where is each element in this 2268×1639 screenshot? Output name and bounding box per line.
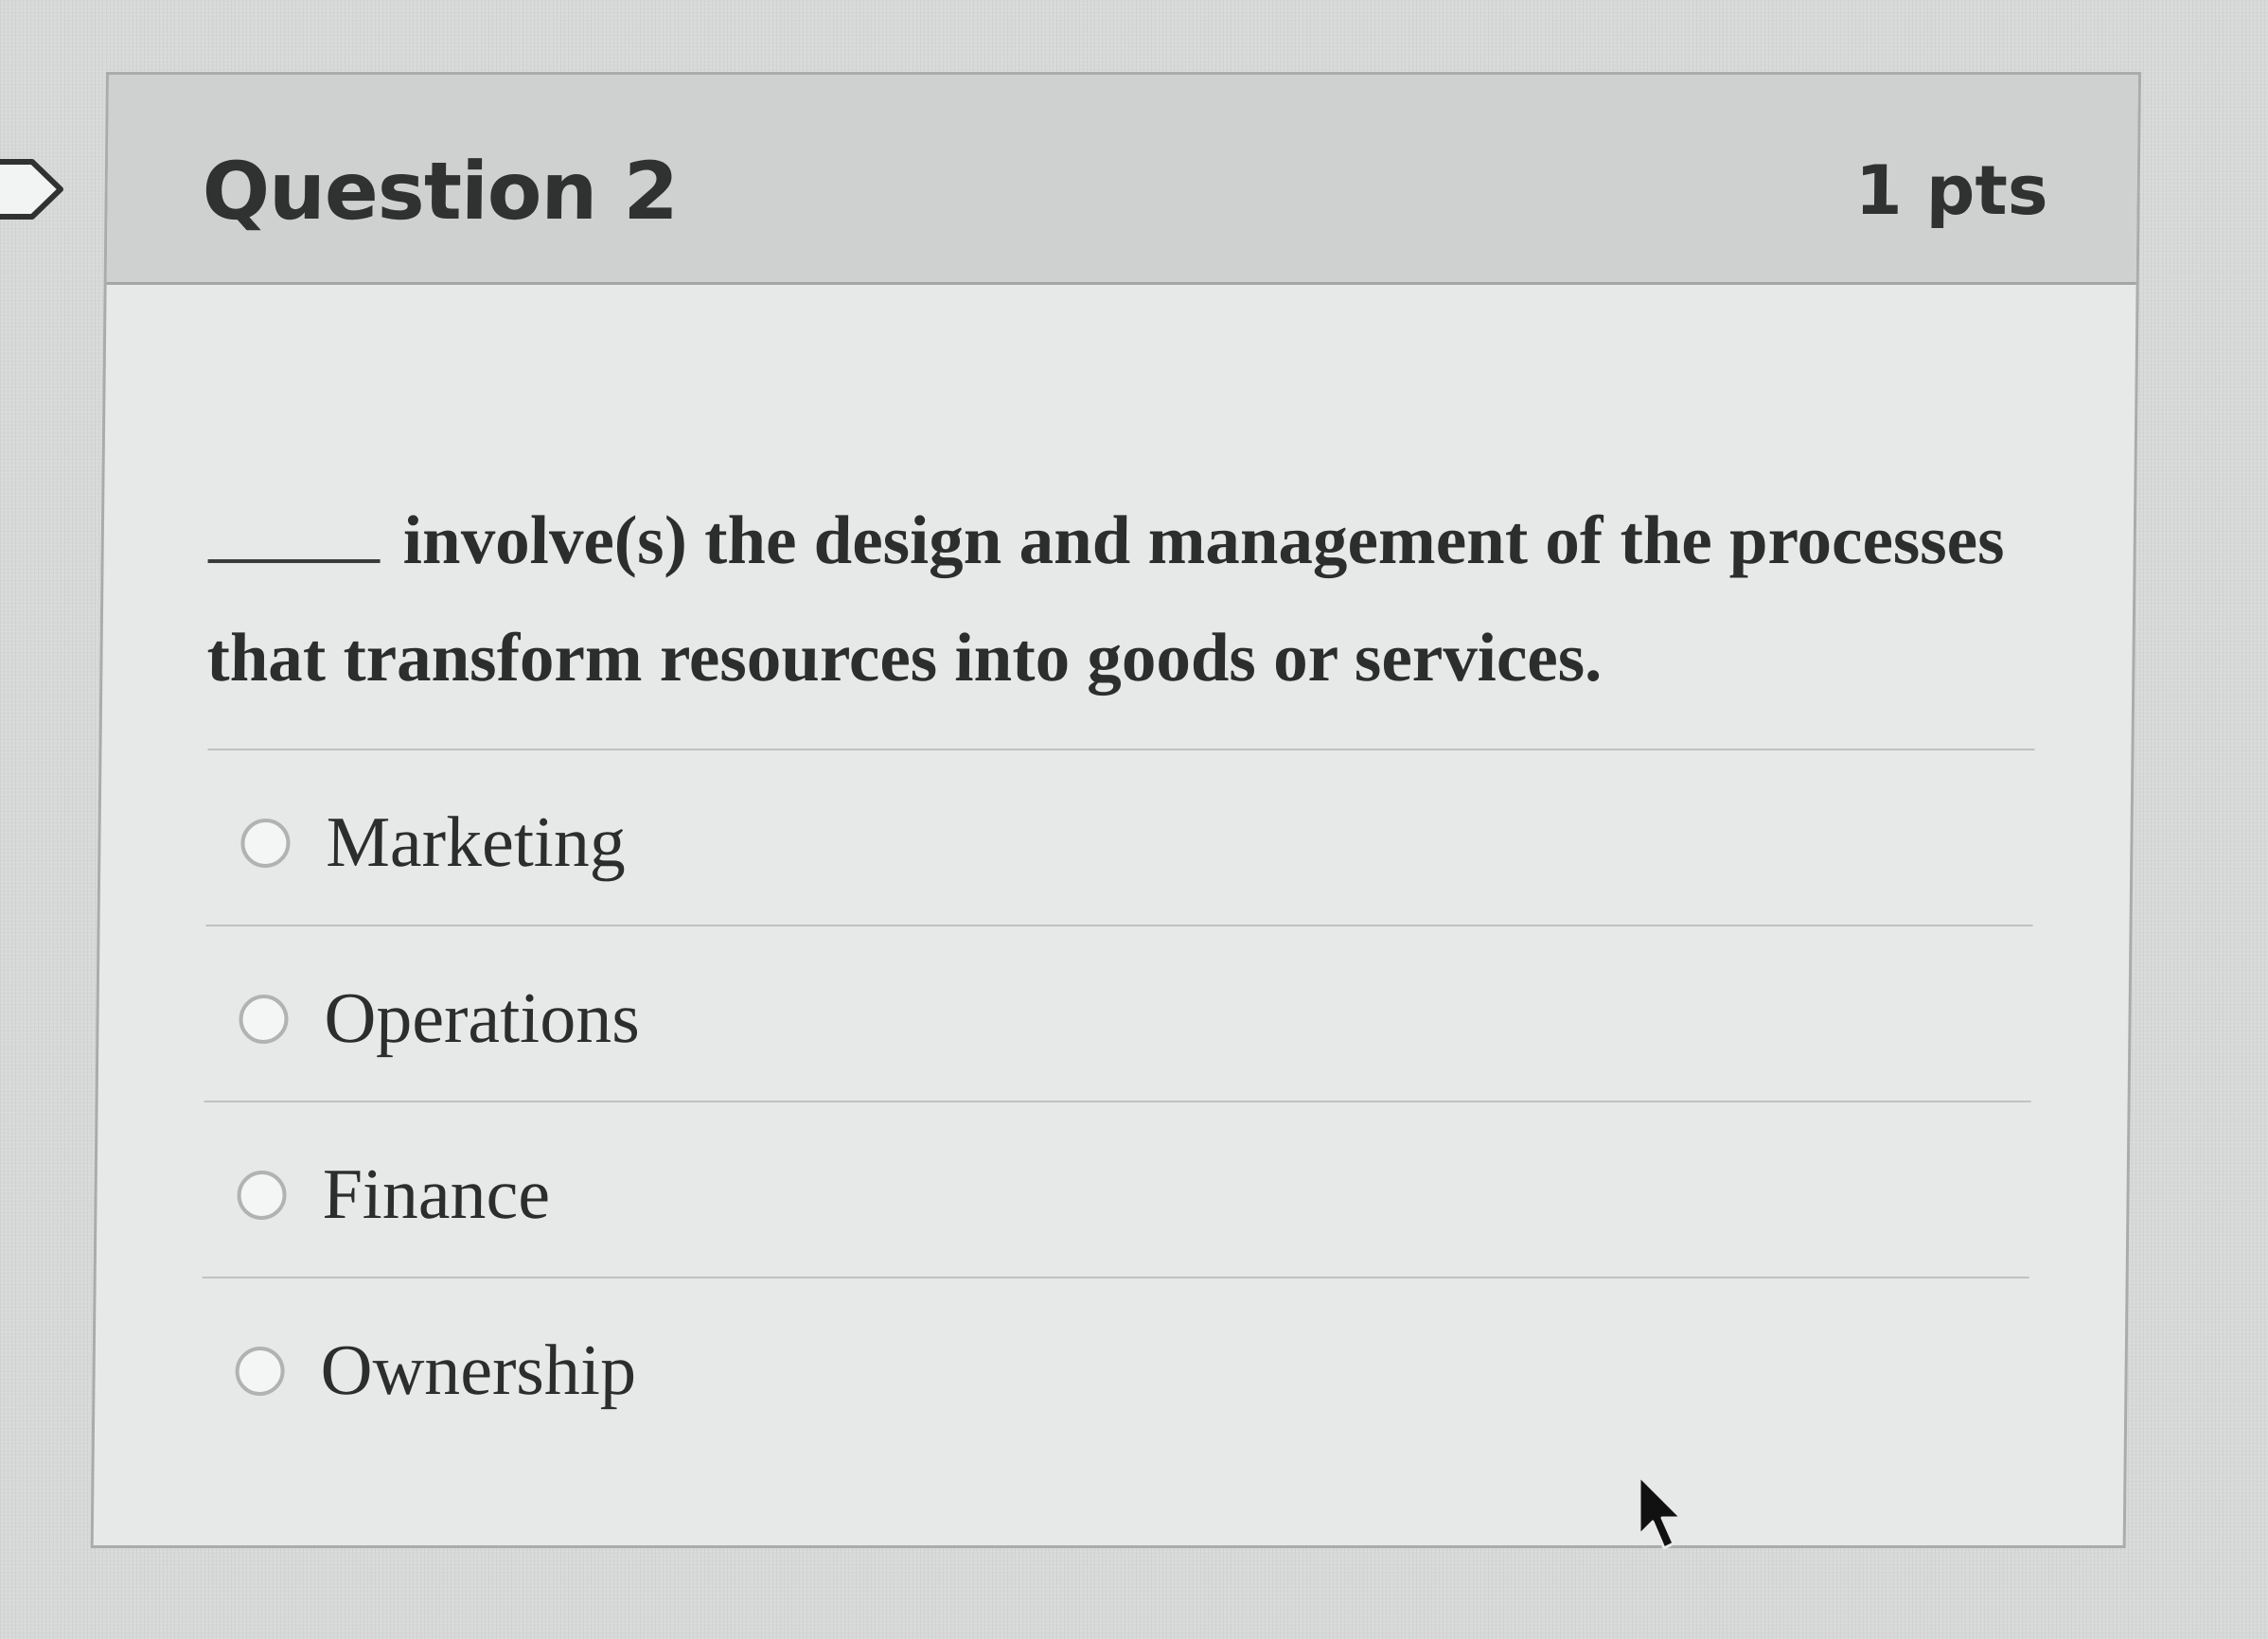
question-text: involve(s) the design and management of … — [206, 482, 2083, 716]
question-card: Question 2 1 pts involve(s) the design a… — [90, 72, 2142, 1548]
question-prompt: involve(s) the design and management of … — [206, 502, 2006, 696]
answer-option[interactable]: Marketing — [205, 750, 2035, 926]
answer-label[interactable]: Finance — [322, 1152, 551, 1237]
radio-button[interactable] — [239, 995, 289, 1044]
flag-icon[interactable] — [0, 156, 66, 222]
answer-option[interactable]: Ownership — [201, 1278, 2029, 1454]
answer-option[interactable]: Finance — [202, 1102, 2031, 1278]
answer-label[interactable]: Operations — [324, 976, 640, 1061]
answer-option[interactable]: Operations — [204, 926, 2033, 1102]
question-header: Question 2 1 pts — [106, 75, 2138, 285]
radio-button[interactable] — [240, 819, 291, 868]
question-title: Question 2 — [202, 145, 679, 238]
answer-label[interactable]: Ownership — [320, 1328, 636, 1413]
answer-list: Marketing Operations Finance Ownership — [200, 749, 2035, 1454]
radio-button[interactable] — [235, 1347, 285, 1396]
fill-in-blank — [207, 558, 381, 563]
answer-label[interactable]: Marketing — [326, 800, 627, 885]
radio-button[interactable] — [237, 1171, 287, 1220]
question-points: 1 pts — [1854, 150, 2049, 230]
mouse-pointer-icon — [1638, 1474, 1683, 1550]
